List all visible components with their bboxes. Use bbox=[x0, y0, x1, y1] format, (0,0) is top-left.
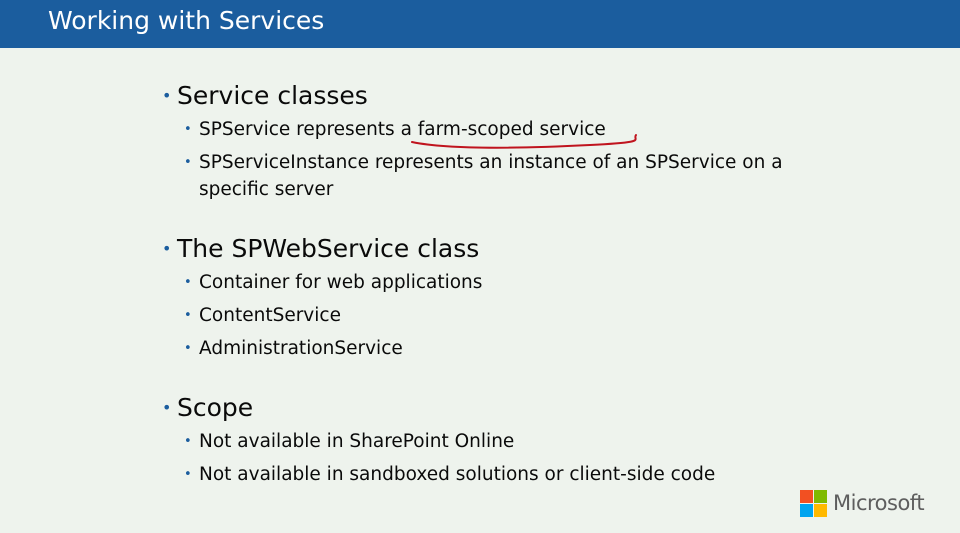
bullet-icon: • bbox=[184, 122, 192, 137]
list-item-text: Not available in sandboxed solutions or … bbox=[199, 464, 716, 485]
microsoft-logo-icon bbox=[800, 489, 827, 517]
section-heading: The SPWebService class bbox=[177, 234, 480, 263]
list-item-text: SPServiceInstance represents an instance… bbox=[199, 152, 783, 200]
list-item-text: ContentService bbox=[199, 305, 341, 326]
list-item: • SPService represents a farm-scoped ser… bbox=[162, 116, 799, 143]
bullet-icon: • bbox=[184, 467, 192, 482]
list-item: • Not available in SharePoint Online bbox=[162, 428, 799, 455]
list-item: • AdministrationService bbox=[162, 335, 799, 362]
section-service-classes: • Service classes • SPService represents… bbox=[162, 80, 842, 203]
list-item: • ContentService bbox=[162, 302, 799, 329]
bullet-icon: • bbox=[162, 239, 172, 258]
title-bar: Working with Services bbox=[0, 0, 960, 48]
list-item-text: AdministrationService bbox=[199, 338, 403, 359]
section-scope: • Scope • Not available in SharePoint On… bbox=[162, 392, 842, 488]
list-item: • Container for web applications bbox=[162, 269, 799, 296]
bullet-icon: • bbox=[162, 398, 172, 417]
section-heading: Scope bbox=[177, 393, 254, 422]
microsoft-logo: Microsoft bbox=[800, 489, 925, 517]
microsoft-logo-text: Microsoft bbox=[833, 490, 925, 515]
bullet-heading: • The SPWebService class bbox=[162, 233, 842, 265]
section-heading: Service classes bbox=[177, 81, 368, 110]
slide-title: Working with Services bbox=[48, 6, 325, 35]
bullet-icon: • bbox=[184, 275, 192, 290]
bullet-heading: • Scope bbox=[162, 392, 842, 424]
bullet-icon: • bbox=[184, 308, 192, 323]
bullet-icon: • bbox=[162, 86, 172, 105]
list-item: • Not available in sandboxed solutions o… bbox=[162, 461, 799, 488]
slide-content: • Service classes • SPService represents… bbox=[162, 80, 842, 494]
bullet-icon: • bbox=[184, 155, 192, 170]
list-item-text: Not available in SharePoint Online bbox=[199, 431, 515, 452]
bullet-icon: • bbox=[184, 341, 192, 356]
list-item-text: Container for web applications bbox=[199, 272, 483, 293]
bullet-icon: • bbox=[184, 434, 192, 449]
list-item: • SPServiceInstance represents an instan… bbox=[162, 149, 799, 203]
list-item-text: SPService represents a farm-scoped servi… bbox=[199, 119, 606, 140]
section-spwebservice: • The SPWebService class • Container for… bbox=[162, 233, 842, 362]
bullet-heading: • Service classes bbox=[162, 80, 842, 112]
